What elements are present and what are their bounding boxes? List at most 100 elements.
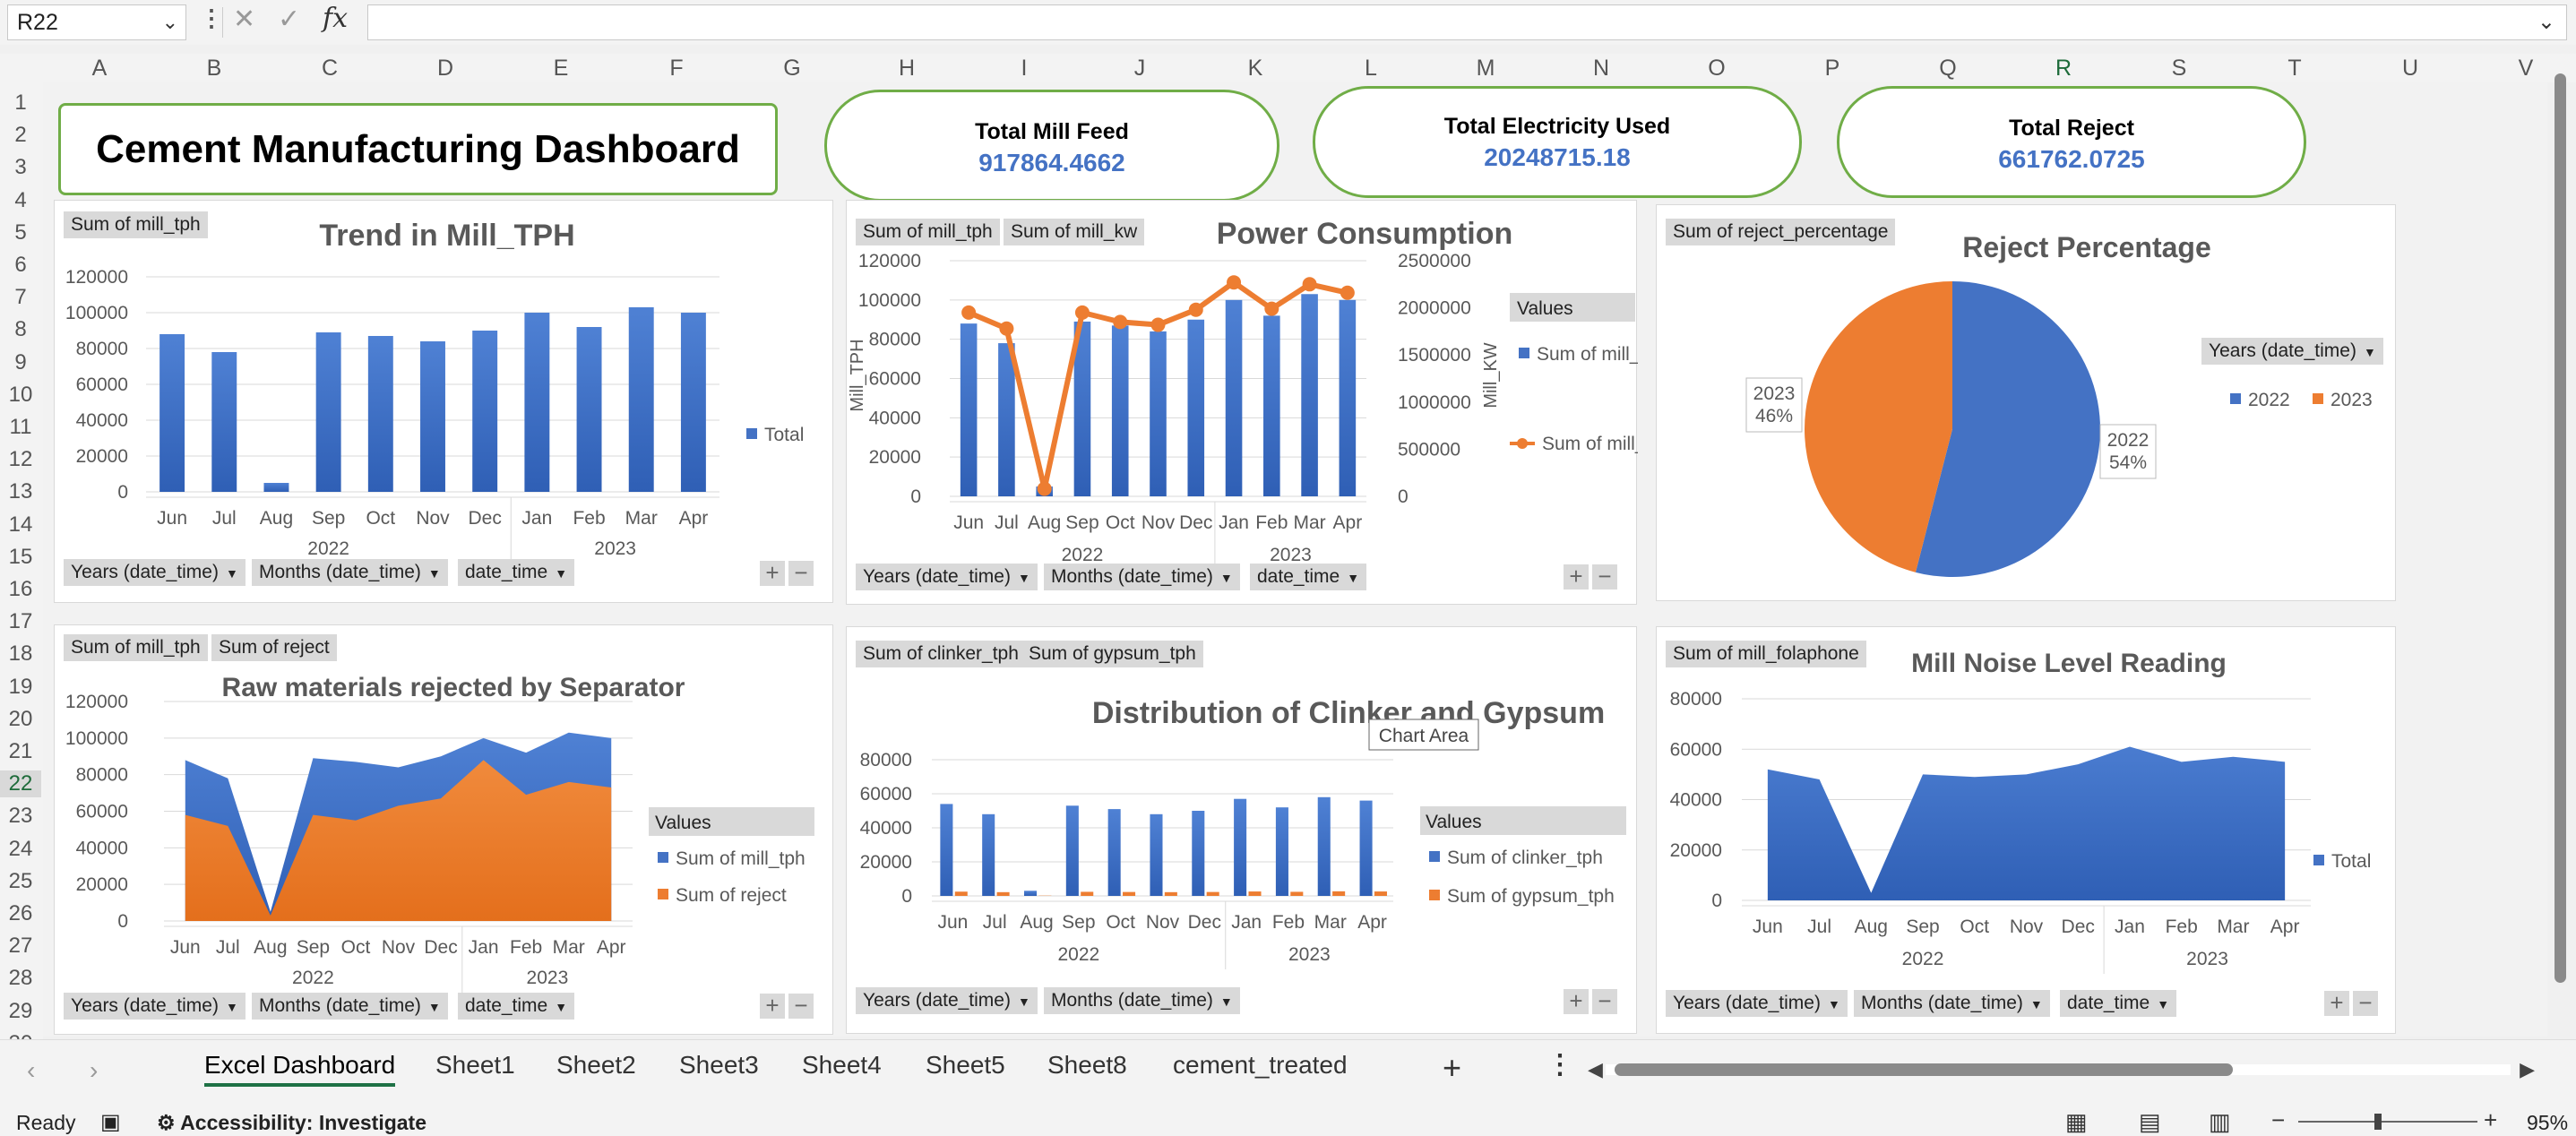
expand-field-icon[interactable]: + bbox=[1564, 989, 1589, 1014]
column-header-D[interactable]: D bbox=[427, 54, 463, 82]
expand-field-icon[interactable]: + bbox=[760, 561, 785, 586]
insert-function-icon[interactable]: fx bbox=[323, 3, 348, 34]
bar-clinker-tph[interactable] bbox=[1107, 809, 1121, 896]
point-mill-kw[interactable] bbox=[1188, 302, 1203, 317]
column-header-T[interactable]: T bbox=[2277, 54, 2313, 82]
bar-total[interactable] bbox=[576, 327, 602, 492]
column-header-P[interactable]: P bbox=[1814, 54, 1850, 82]
chart-raw-materials-rejected[interactable]: 0 20000 40000 60000 80000 100000 120000 Raw mat… bbox=[54, 624, 833, 1035]
bar-gypsum-tph[interactable] bbox=[1248, 891, 1262, 896]
sheet-tab[interactable]: Sheet8 bbox=[1047, 1051, 1127, 1080]
filter-years-legend[interactable]: Years (date_time) ▼ bbox=[2201, 338, 2383, 365]
point-mill-kw[interactable] bbox=[1302, 277, 1317, 292]
bar-gypsum-tph[interactable] bbox=[1164, 891, 1177, 896]
column-header-L[interactable]: L bbox=[1353, 54, 1389, 82]
row-header-26[interactable]: 26 bbox=[0, 900, 41, 927]
bar-gypsum-tph[interactable] bbox=[996, 891, 1010, 896]
expand-formula-icon[interactable]: ⌄ bbox=[2537, 9, 2555, 35]
dropdown-arrow-icon[interactable]: ▼ bbox=[226, 1000, 238, 1014]
row-header-27[interactable]: 27 bbox=[0, 933, 41, 960]
filter-months[interactable]: Months (date_time) ▼ bbox=[1854, 990, 2050, 1017]
bar-clinker-tph[interactable] bbox=[1275, 807, 1288, 896]
bar-total[interactable] bbox=[472, 331, 498, 492]
row-header-11[interactable]: 11 bbox=[0, 414, 41, 441]
zoom-out-icon[interactable]: − bbox=[2271, 1106, 2285, 1134]
field-button-mill-kw[interactable]: Sum of mill_kw bbox=[1004, 219, 1145, 245]
bar-mill-tph[interactable] bbox=[1150, 331, 1167, 496]
column-header-K[interactable]: K bbox=[1237, 54, 1273, 82]
bar-total[interactable] bbox=[628, 307, 654, 492]
zoom-slider-thumb[interactable] bbox=[2374, 1114, 2382, 1130]
field-button-gypsum-tph[interactable]: Sum of gypsum_tph bbox=[1021, 641, 1203, 667]
dropdown-arrow-icon[interactable]: ▼ bbox=[226, 566, 238, 581]
point-mill-kw[interactable] bbox=[961, 305, 977, 320]
horizontal-scroll-thumb[interactable] bbox=[1615, 1063, 2233, 1076]
add-sheet-icon[interactable]: + bbox=[1443, 1049, 1461, 1087]
horizontal-scrollbar[interactable]: ◀ ▶ bbox=[1588, 1058, 2535, 1080]
bar-clinker-tph[interactable] bbox=[1065, 805, 1079, 896]
tab-prev-icon[interactable]: ‹ bbox=[27, 1056, 35, 1085]
sheet-tab[interactable]: Sheet2 bbox=[556, 1051, 636, 1080]
point-mill-kw[interactable] bbox=[1150, 317, 1166, 332]
row-header-4[interactable]: 4 bbox=[0, 187, 41, 214]
column-header-A[interactable]: A bbox=[82, 54, 117, 82]
bar-clinker-tph[interactable] bbox=[1150, 813, 1163, 896]
column-header-E[interactable]: E bbox=[543, 54, 579, 82]
collapse-field-icon[interactable]: − bbox=[788, 994, 814, 1019]
bar-gypsum-tph[interactable] bbox=[1374, 891, 1387, 896]
sheet-tab[interactable]: cement_treated bbox=[1173, 1051, 1348, 1080]
chart-clinker-gypsum[interactable]: 0 20000 40000 60000 80000 Distribution of Cli… bbox=[846, 626, 1637, 1034]
macro-record-icon[interactable]: ▣ bbox=[100, 1109, 121, 1135]
field-button-mill-tph[interactable]: Sum of mill_tph bbox=[856, 219, 1000, 245]
bar-total[interactable] bbox=[315, 332, 341, 492]
row-header-10[interactable]: 10 bbox=[0, 382, 41, 409]
field-button-mill-folaphone[interactable]: Sum of mill_folaphone bbox=[1666, 641, 1866, 667]
column-header-H[interactable]: H bbox=[889, 54, 925, 82]
column-header-Q[interactable]: Q bbox=[1930, 54, 1966, 82]
row-header-21[interactable]: 21 bbox=[0, 738, 41, 765]
bar-mill-tph[interactable] bbox=[960, 323, 978, 496]
bar-gypsum-tph[interactable] bbox=[1290, 891, 1304, 896]
sheet-tab[interactable]: Sheet3 bbox=[679, 1051, 759, 1080]
filter-years[interactable]: Years (date_time) ▼ bbox=[1666, 990, 1848, 1017]
row-header-2[interactable]: 2 bbox=[0, 122, 41, 149]
bar-total[interactable] bbox=[211, 352, 237, 492]
row-header-15[interactable]: 15 bbox=[0, 544, 41, 571]
dropdown-arrow-icon[interactable]: ▼ bbox=[555, 566, 567, 581]
column-header-R[interactable]: R bbox=[2046, 54, 2081, 82]
scroll-right-icon[interactable]: ▶ bbox=[2520, 1058, 2535, 1081]
bar-gypsum-tph[interactable] bbox=[1206, 891, 1219, 896]
vertical-scrollbar[interactable] bbox=[2551, 54, 2571, 1039]
bar-total[interactable] bbox=[367, 336, 393, 492]
column-header-V[interactable]: V bbox=[2508, 54, 2544, 82]
cancel-icon[interactable]: ✕ bbox=[233, 4, 255, 35]
bar-clinker-tph[interactable] bbox=[1234, 798, 1247, 896]
zoom-slider[interactable] bbox=[2298, 1121, 2477, 1123]
zoom-level[interactable]: 95% bbox=[2527, 1111, 2568, 1135]
row-header-22[interactable]: 22 bbox=[0, 770, 41, 798]
sheet-tab[interactable]: Sheet4 bbox=[802, 1051, 882, 1080]
bar-total[interactable] bbox=[524, 313, 550, 492]
collapse-field-icon[interactable]: − bbox=[1592, 564, 1617, 590]
row-header-3[interactable]: 3 bbox=[0, 154, 41, 181]
column-header-O[interactable]: O bbox=[1699, 54, 1735, 82]
point-mill-kw[interactable] bbox=[1264, 301, 1279, 316]
field-button-mill-tph[interactable]: Sum of mill_tph bbox=[64, 634, 208, 661]
filter-months[interactable]: Months (date_time) ▼ bbox=[1044, 987, 1240, 1014]
collapse-field-icon[interactable]: − bbox=[2353, 991, 2378, 1016]
row-header-23[interactable]: 23 bbox=[0, 803, 41, 830]
row-header-7[interactable]: 7 bbox=[0, 284, 41, 311]
formula-input[interactable]: ⌄ bbox=[367, 4, 2567, 40]
row-header-17[interactable]: 17 bbox=[0, 608, 41, 635]
row-header-29[interactable]: 29 bbox=[0, 998, 41, 1025]
bar-gypsum-tph[interactable] bbox=[954, 891, 968, 896]
bar-mill-tph[interactable] bbox=[1301, 294, 1318, 496]
point-mill-kw[interactable] bbox=[1037, 481, 1052, 496]
dropdown-arrow-icon[interactable]: ▼ bbox=[2364, 345, 2376, 359]
more-tabs-icon[interactable]: ⋮ bbox=[1546, 1049, 1573, 1080]
column-header-I[interactable]: I bbox=[1006, 54, 1042, 82]
filter-date-time[interactable]: date_time ▼ bbox=[1250, 564, 1367, 590]
column-header-N[interactable]: N bbox=[1583, 54, 1619, 82]
dropdown-arrow-icon[interactable]: ▼ bbox=[1828, 997, 1840, 1011]
dropdown-arrow-icon[interactable]: ▼ bbox=[2157, 997, 2169, 1011]
